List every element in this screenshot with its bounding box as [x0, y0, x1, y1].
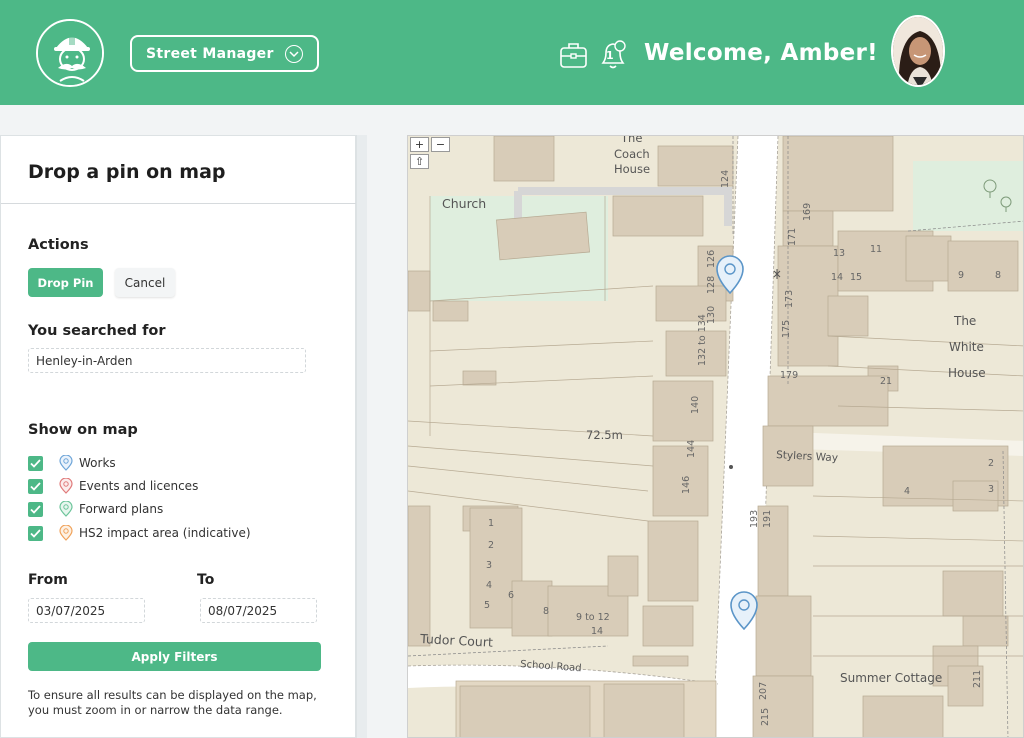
- layer-hs2[interactable]: HS2 impact area (indicative): [28, 523, 251, 543]
- house-number: 2: [988, 458, 994, 469]
- house-number: 21: [880, 376, 892, 387]
- map-label-the: The: [620, 136, 642, 145]
- layer-label: Works: [79, 456, 116, 470]
- house-number: 173: [784, 290, 795, 308]
- bell-icon[interactable]: 1: [598, 39, 628, 75]
- drop-pin-button[interactable]: Drop Pin: [28, 268, 103, 297]
- zoom-out-button[interactable]: −: [431, 137, 450, 152]
- panel-divider: [1, 203, 357, 204]
- panel-scrollbar[interactable]: [356, 135, 367, 738]
- house-number: 179: [780, 370, 798, 381]
- house-number: 13: [833, 248, 845, 259]
- notification-count: 1: [606, 49, 614, 62]
- layer-works[interactable]: Works: [28, 453, 116, 473]
- events-pin-icon: [59, 478, 73, 494]
- house-number: 132 to 134: [697, 314, 708, 366]
- house-number: 14: [831, 272, 843, 283]
- zoom-note: To ensure all results can be displayed o…: [28, 688, 317, 717]
- works-pin-icon: [59, 455, 73, 471]
- house-number: 140: [690, 396, 701, 414]
- house-number: 4: [486, 580, 492, 591]
- house-number: 5: [484, 600, 490, 611]
- layers-heading: Show on map: [28, 422, 138, 438]
- map-canvas[interactable]: The Coach House Church 72.5m The White H…: [408, 136, 1024, 738]
- house-number: 169: [802, 203, 813, 221]
- map-label-white: White: [949, 340, 984, 354]
- to-label: To: [197, 572, 215, 588]
- cancel-button[interactable]: Cancel: [115, 268, 175, 297]
- forward-plans-pin-icon: [59, 501, 73, 517]
- from-label: From: [28, 572, 68, 588]
- house-number: 9 to 12: [576, 612, 610, 623]
- house-number: 3: [988, 484, 994, 495]
- pan-up-button[interactable]: ⇧: [410, 154, 429, 169]
- house-number: 124: [720, 170, 731, 188]
- house-number: 144: [686, 440, 697, 458]
- map-pin-2[interactable]: [728, 591, 760, 631]
- house-number: 2: [488, 540, 494, 551]
- house-number: 215: [760, 708, 771, 726]
- layer-forward-plans[interactable]: Forward plans: [28, 499, 163, 519]
- zoom-in-button[interactable]: +: [410, 137, 429, 152]
- search-heading: You searched for: [28, 323, 166, 339]
- to-date-input[interactable]: 08/07/2025: [200, 598, 317, 623]
- map-label-house: House: [614, 162, 650, 176]
- chevron-down-icon: [285, 45, 303, 63]
- layer-events[interactable]: Events and licences: [28, 476, 198, 496]
- from-date-input[interactable]: 03/07/2025: [28, 598, 145, 623]
- layer-label: Events and licences: [79, 479, 199, 493]
- house-number: 211: [972, 670, 983, 688]
- house-number: 191: [762, 510, 773, 528]
- app-selector[interactable]: Street Manager: [130, 35, 319, 72]
- checkbox[interactable]: [28, 525, 43, 541]
- map-label-the-2: The: [953, 314, 976, 328]
- search-input[interactable]: Henley-in-Arden: [28, 348, 306, 373]
- checkbox[interactable]: [28, 478, 43, 494]
- hs2-pin-icon: [59, 525, 73, 541]
- house-number: 6: [508, 590, 514, 601]
- checkbox[interactable]: [28, 455, 43, 471]
- house-number: 146: [681, 476, 692, 494]
- map-label-elevation: 72.5m: [586, 428, 623, 442]
- house-number: 207: [758, 682, 769, 700]
- side-panel: Drop a pin on map Actions Drop Pin Cance…: [0, 135, 357, 738]
- house-number: 11: [870, 244, 882, 255]
- app-header: Street Manager 1 Welcome, Amber!: [0, 0, 1024, 105]
- house-number: 15: [850, 272, 862, 283]
- map-label-house-2: House: [948, 366, 986, 380]
- map-pin-1[interactable]: [714, 255, 746, 295]
- house-number: 171: [787, 228, 798, 246]
- panel-title: Drop a pin on map: [28, 161, 226, 183]
- house-number: 8: [543, 606, 549, 617]
- house-number: 14: [591, 626, 603, 637]
- welcome-message: Welcome, Amber!: [644, 40, 878, 66]
- map-label-summer-cottage: Summer Cottage: [840, 671, 942, 685]
- house-number: 3: [486, 560, 492, 571]
- avatar[interactable]: [891, 15, 945, 87]
- map-view[interactable]: The Coach House Church 72.5m The White H…: [407, 135, 1024, 738]
- map-label-coach: Coach: [614, 147, 650, 161]
- house-number: 1: [488, 518, 494, 529]
- house-number: 193: [749, 510, 760, 528]
- house-number: 4: [904, 486, 910, 497]
- house-number: 9: [958, 270, 964, 281]
- house-number: 8: [995, 270, 1001, 281]
- checkbox[interactable]: [28, 501, 43, 517]
- briefcase-icon[interactable]: [559, 41, 588, 73]
- layer-label: Forward plans: [79, 502, 164, 516]
- app-logo[interactable]: [36, 19, 104, 87]
- layer-label: HS2 impact area (indicative): [79, 526, 251, 540]
- apply-filters-button[interactable]: Apply Filters: [28, 642, 321, 671]
- app-selector-label: Street Manager: [146, 45, 274, 62]
- map-label-church: Church: [442, 196, 486, 211]
- house-number: 175: [781, 320, 792, 338]
- actions-heading: Actions: [28, 237, 89, 253]
